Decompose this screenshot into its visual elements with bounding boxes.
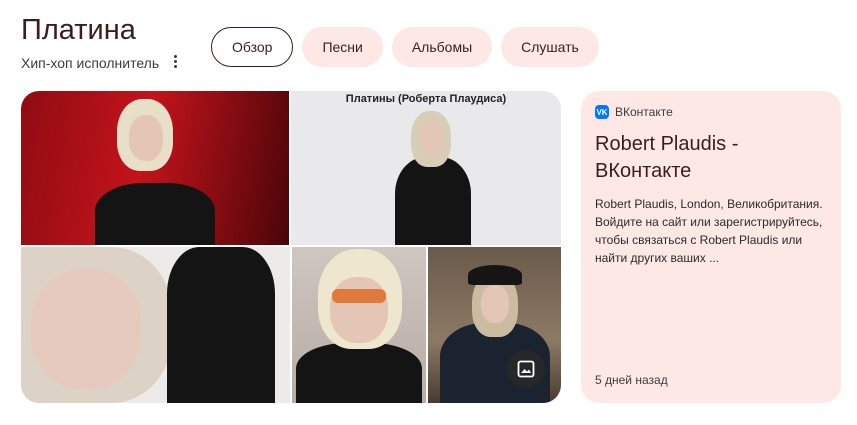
image-icon xyxy=(517,360,535,378)
tab-albums[interactable]: Альбомы xyxy=(391,27,493,67)
image-gallery: Платины (Роберта Плаудиса) xyxy=(21,91,561,403)
card-description: Robert Plaudis, London, Великобритания. … xyxy=(595,197,823,265)
vk-icon: VK xyxy=(595,105,609,119)
gallery-image-2[interactable]: Платины (Роберта Плаудиса) xyxy=(291,91,561,245)
entity-subtitle: Хип-хоп исполнитель xyxy=(21,55,160,71)
tab-listen[interactable]: Слушать xyxy=(501,27,599,67)
page-title: Платина xyxy=(21,14,136,46)
card-timestamp: 5 дней назад xyxy=(595,373,668,387)
tab-songs[interactable]: Песни xyxy=(302,27,383,67)
card-source: VK ВКонтакте xyxy=(595,105,827,119)
gallery-caption: Платины (Роберта Плаудиса) xyxy=(345,93,507,105)
gallery-image-1[interactable] xyxy=(21,91,289,245)
tab-bar: Обзор Песни Альбомы Слушать xyxy=(211,27,599,67)
image-search-button[interactable] xyxy=(507,350,545,388)
card-title-link[interactable]: Robert Plaudis - ВКонтакте xyxy=(595,131,827,185)
more-options-icon[interactable] xyxy=(168,52,182,70)
card-source-label: ВКонтакте xyxy=(615,105,673,119)
gallery-image-4[interactable] xyxy=(292,247,426,403)
result-card[interactable]: VK ВКонтакте Robert Plaudis - ВКонтакте … xyxy=(581,91,841,403)
gallery-image-3[interactable] xyxy=(21,247,290,403)
tab-overview[interactable]: Обзор xyxy=(211,27,294,67)
